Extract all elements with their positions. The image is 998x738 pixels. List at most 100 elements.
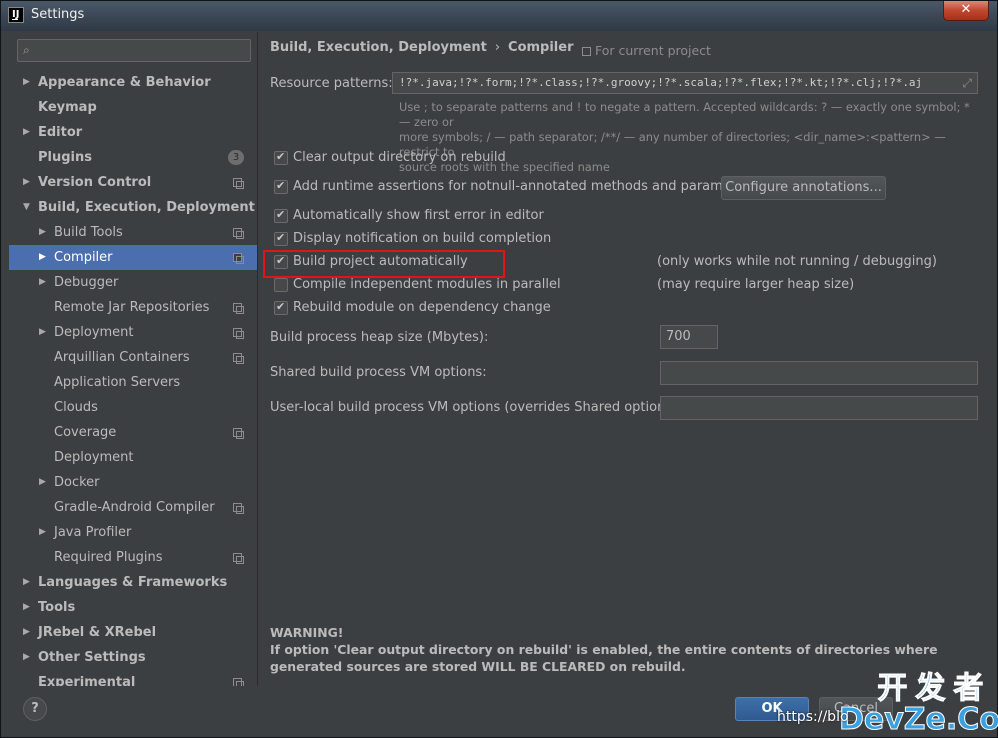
settings-search[interactable]: ⌕ <box>17 39 251 62</box>
intellij-app-icon: IJ <box>8 7 24 23</box>
for-current-project-note: For current project <box>582 43 711 58</box>
sidebar-item[interactable]: ▶ Appearance & Behavior <box>9 70 257 95</box>
sidebar-item[interactable]: Deployment <box>9 445 257 470</box>
sidebar-item-label: Other Settings <box>38 650 146 665</box>
warning-message: WARNING! If option 'Clear output directo… <box>270 624 986 675</box>
warning-text: If option 'Clear output directory on reb… <box>270 642 938 674</box>
sidebar-item[interactable]: ▶ Deployment <box>9 320 257 345</box>
heap-size-input[interactable]: 700 <box>660 325 718 349</box>
checkbox-label[interactable]: Rebuild module on dependency change <box>293 300 551 315</box>
sidebar-item[interactable]: ▶ JRebel & XRebel <box>9 620 257 645</box>
help-button[interactable]: ? <box>23 697 47 721</box>
sidebar-item[interactable]: Clouds <box>9 395 257 420</box>
heap-size-label: Build process heap size (Mbytes): <box>270 330 489 345</box>
sidebar-item[interactable]: Keymap <box>9 95 257 120</box>
collapsed-arrow-icon[interactable]: ▶ <box>23 595 30 620</box>
sidebar-item[interactable]: ▶ Version Control <box>9 170 257 195</box>
sidebar-item-label: Plugins <box>38 150 92 165</box>
watermark-logo: 开发者 DevZe.CoM <box>839 671 998 735</box>
project-scope-icon <box>233 228 244 239</box>
watermark-url: https://blo <box>777 709 849 725</box>
plugin-update-badge: 3 <box>228 150 244 165</box>
user-vm-options-input[interactable] <box>660 396 978 420</box>
parallel-note: (may require larger heap size) <box>657 277 855 292</box>
highlight-box <box>263 250 505 278</box>
sidebar-item[interactable]: Remote Jar Repositories <box>9 295 257 320</box>
sidebar-item-label: Deployment <box>54 450 134 465</box>
sidebar-item-label: Arquillian Containers <box>54 350 190 365</box>
resource-patterns-value: !?*.java;!?*.form;!?*.class;!?*.groovy;!… <box>399 76 923 89</box>
title-bar[interactable]: IJ Settings ✕ <box>1 1 997 31</box>
resource-patterns-label: Resource patterns: <box>270 76 393 91</box>
sidebar-item-label: Remote Jar Repositories <box>54 300 210 315</box>
shared-vm-options-input[interactable] <box>660 361 978 385</box>
sidebar-item[interactable]: ▼ Build, Execution, Deployment <box>9 195 257 220</box>
sidebar-item-label: Experimental <box>38 675 136 686</box>
sidebar-item[interactable]: ▶ Debugger <box>9 270 257 295</box>
checkbox-label[interactable]: Add runtime assertions for notnull-annot… <box>293 179 756 194</box>
checkbox[interactable] <box>274 150 288 165</box>
collapsed-arrow-icon[interactable]: ▶ <box>23 645 30 670</box>
sidebar-item[interactable]: ▶ Editor <box>9 120 257 145</box>
checkbox-label[interactable]: Compile independent modules in parallel <box>293 277 561 292</box>
sidebar-item[interactable]: ▶ Languages & Frameworks <box>9 570 257 595</box>
sidebar-item-label: Build Tools <box>54 225 123 240</box>
sidebar-item-label: Tools <box>38 600 76 615</box>
collapsed-arrow-icon[interactable]: ▶ <box>39 245 46 270</box>
checkbox[interactable] <box>274 300 288 315</box>
sidebar-item-label: Keymap <box>38 100 97 115</box>
sidebar-item[interactable]: ▶ Build Tools <box>9 220 257 245</box>
checkbox[interactable] <box>274 208 288 223</box>
checkbox[interactable] <box>274 278 288 292</box>
configure-annotations-button[interactable]: Configure annotations... <box>721 176 886 200</box>
settings-dialog: IJ Settings ✕ ⌕ ▶ Appearance & Behavior Ke… <box>0 0 998 738</box>
settings-sidebar: ⌕ ▶ Appearance & Behavior Keymap ▶ Editor Plu… <box>9 32 258 686</box>
breadcrumb-current: Compiler <box>508 40 574 55</box>
sidebar-item[interactable]: Coverage <box>9 420 257 445</box>
breadcrumb-separator: › <box>494 40 501 55</box>
sidebar-item[interactable]: ▶ Other Settings <box>9 645 257 670</box>
project-scope-icon <box>233 178 244 189</box>
collapsed-arrow-icon[interactable]: ▶ <box>39 470 46 495</box>
search-input[interactable] <box>42 42 242 59</box>
checkbox-label[interactable]: Clear output directory on rebuild <box>293 150 506 165</box>
checkbox-label[interactable]: Display notification on build completion <box>293 231 551 246</box>
for-project-label: For current project <box>595 43 711 58</box>
sidebar-item[interactable]: Arquillian Containers <box>9 345 257 370</box>
sidebar-item[interactable]: Experimental <box>9 670 257 686</box>
close-button[interactable]: ✕ <box>943 1 989 21</box>
warning-title: WARNING! <box>270 625 344 640</box>
expand-icon[interactable]: ⤢ <box>962 73 972 93</box>
sidebar-item[interactable]: ▶ Tools <box>9 595 257 620</box>
project-scope-icon <box>233 553 244 564</box>
breadcrumb-parent[interactable]: Build, Execution, Deployment <box>270 40 487 55</box>
user-vm-options-label: User-local build process VM options (ove… <box>270 400 682 415</box>
checkbox-label[interactable]: Automatically show first error in editor <box>293 208 544 223</box>
expanded-arrow-icon[interactable]: ▼ <box>23 195 30 220</box>
project-scope-icon <box>233 503 244 514</box>
sidebar-item[interactable]: ▶ Docker <box>9 470 257 495</box>
sidebar-item[interactable]: Application Servers <box>9 370 257 395</box>
collapsed-arrow-icon[interactable]: ▶ <box>23 570 30 595</box>
sidebar-item[interactable]: Gradle-Android Compiler <box>9 495 257 520</box>
sidebar-item[interactable]: ▶ Compiler <box>9 245 257 270</box>
watermark-logo-cn: 开发者 <box>877 671 992 706</box>
collapsed-arrow-icon[interactable]: ▶ <box>39 520 46 545</box>
sidebar-item[interactable]: Plugins 3 <box>9 145 257 170</box>
compiler-settings-panel: Build, Execution, Deployment › Compiler Fo… <box>262 32 990 686</box>
resource-patterns-field[interactable]: !?*.java;!?*.form;!?*.class;!?*.groovy;!… <box>392 72 978 94</box>
project-scope-icon <box>233 328 244 339</box>
collapsed-arrow-icon[interactable]: ▶ <box>23 620 30 645</box>
collapsed-arrow-icon[interactable]: ▶ <box>39 320 46 345</box>
sidebar-item-label: Appearance & Behavior <box>38 75 211 90</box>
sidebar-item[interactable]: ▶ Java Profiler <box>9 520 257 545</box>
collapsed-arrow-icon[interactable]: ▶ <box>23 120 30 145</box>
collapsed-arrow-icon[interactable]: ▶ <box>23 70 30 95</box>
collapsed-arrow-icon[interactable]: ▶ <box>39 220 46 245</box>
checkbox[interactable] <box>274 179 288 194</box>
sidebar-item[interactable]: Required Plugins <box>9 545 257 570</box>
collapsed-arrow-icon[interactable]: ▶ <box>39 270 46 295</box>
collapsed-arrow-icon[interactable]: ▶ <box>23 170 30 195</box>
sidebar-item-label: Required Plugins <box>54 550 163 565</box>
checkbox[interactable] <box>274 231 288 246</box>
